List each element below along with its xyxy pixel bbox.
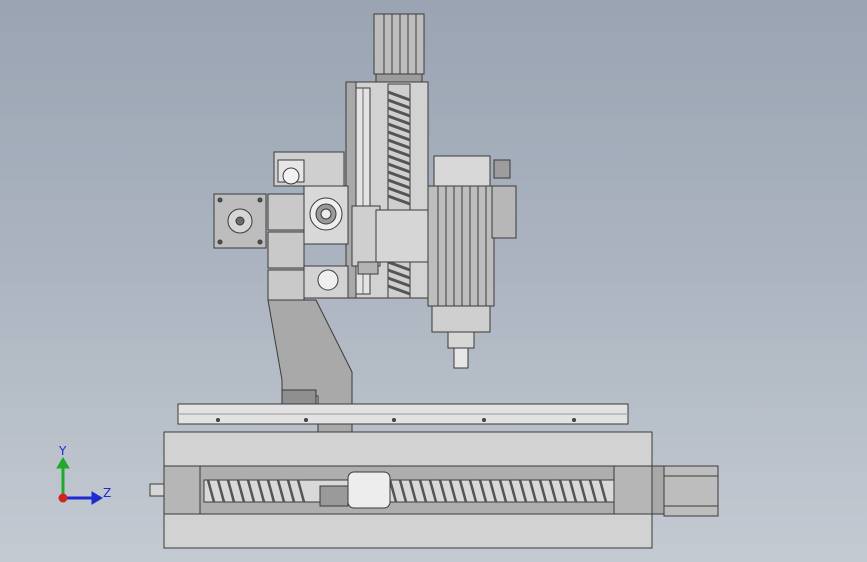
linear-bearing-blocks[interactable] — [267, 151, 349, 301]
z-axis-arrowhead — [91, 491, 103, 505]
spindle-motor[interactable] — [427, 155, 495, 333]
z-axis-stepper-motor[interactable] — [373, 13, 425, 83]
x-axis-linear-rail[interactable] — [177, 403, 629, 425]
triad-origin — [58, 493, 68, 503]
coordinate-triad: Y Z — [56, 444, 111, 505]
z-axis-ball-screw[interactable] — [387, 83, 411, 299]
spindle-nose[interactable] — [447, 331, 475, 369]
y-axis-stepper-motor[interactable] — [213, 193, 267, 249]
cnc-model[interactable]: Y Z — [0, 0, 867, 562]
z-axis-label: Z — [103, 486, 111, 500]
x-axis-stepper-motor[interactable] — [651, 465, 719, 517]
y-axis-label: Y — [58, 444, 67, 458]
spindle-junction-box[interactable] — [491, 159, 517, 239]
y-axis-arrowhead — [56, 457, 70, 469]
3d-viewport[interactable]: Y Z — [0, 0, 867, 562]
